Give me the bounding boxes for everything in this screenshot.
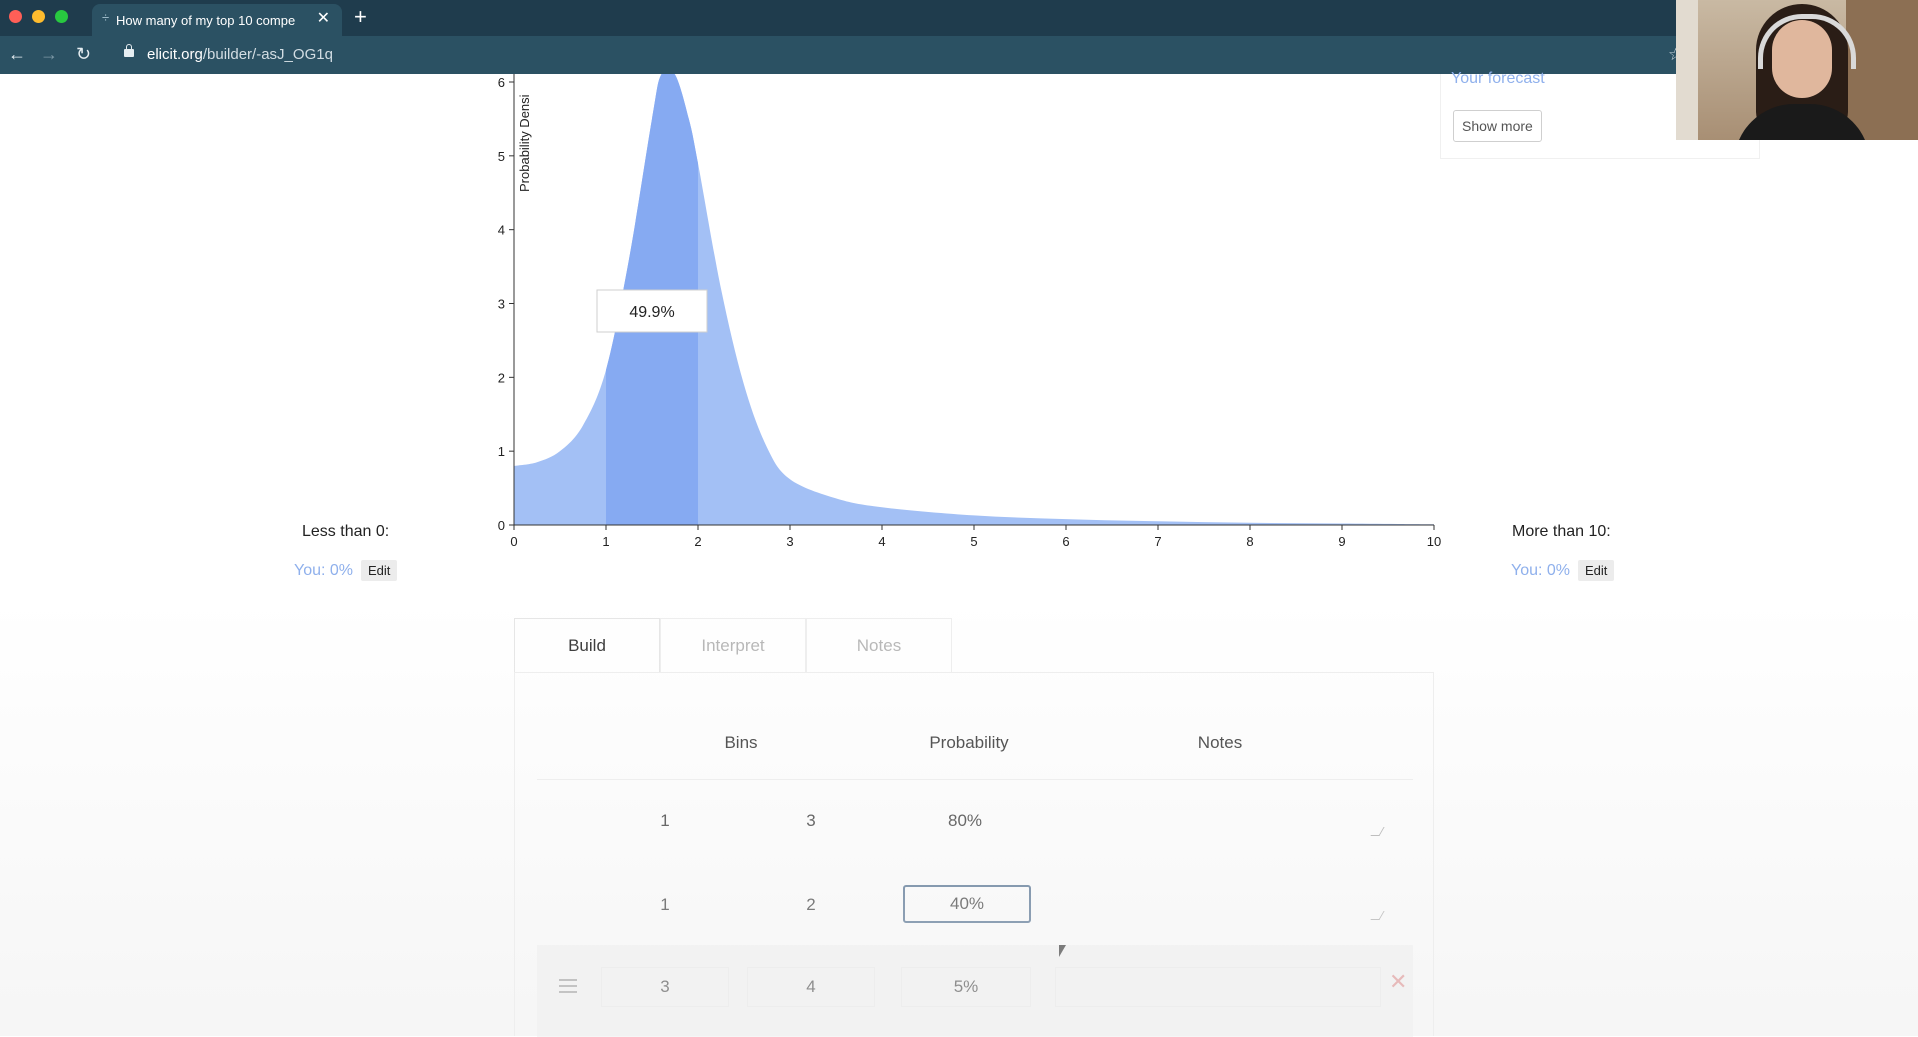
row3-probability[interactable]: 5%	[901, 967, 1031, 1007]
row1-bin-low[interactable]: 1	[660, 811, 669, 831]
builder-tabs: Build Interpret Notes	[514, 618, 952, 672]
tab-build[interactable]: Build	[514, 618, 660, 672]
less-than-you-value: You: 0%	[294, 561, 354, 579]
drag-handle-icon[interactable]	[559, 975, 577, 997]
y-tick-label: 1	[498, 444, 505, 459]
delete-row-icon[interactable]: ✕	[1389, 969, 1407, 995]
more-than-you-value: You: 0%	[1511, 561, 1571, 579]
x-tick-label: 0	[510, 534, 517, 549]
x-tick-label: 6	[1062, 534, 1069, 549]
y-tick-label: 3	[498, 297, 505, 312]
y-tick-label: 4	[498, 223, 505, 238]
x-tick-label: 3	[786, 534, 793, 549]
mouse-cursor-icon	[1059, 945, 1066, 957]
header-divider	[537, 779, 1413, 780]
x-tick-label: 1	[602, 534, 609, 549]
header-bins: Bins	[724, 733, 758, 752]
row1-bin-high[interactable]: 3	[806, 811, 815, 831]
more-than-edit-button[interactable]: Edit	[1578, 560, 1615, 581]
row2-bin-low[interactable]: 1	[660, 895, 669, 915]
row1-notes-resize-handle[interactable]	[1370, 827, 1385, 836]
x-tick-label: 4	[878, 534, 885, 549]
highlight-label: 49.9%	[629, 304, 674, 321]
y-tick-label: 2	[498, 370, 505, 385]
row2-bin-high[interactable]: 2	[806, 895, 815, 915]
distribution-chart[interactable]: 0 1 2 3 4 5 6 7 8 9 10 0 1 2 3 4 5 6 Probability Densi 49.9…	[0, 0, 1918, 560]
header-notes: Notes	[1197, 733, 1243, 752]
row3-bin-high[interactable]: 4	[747, 967, 875, 1007]
x-tick-label: 2	[694, 534, 701, 549]
x-tick-label: 9	[1338, 534, 1345, 549]
x-tick-label: 7	[1154, 534, 1161, 549]
row3-notes-field[interactable]	[1055, 967, 1381, 1007]
row1-probability[interactable]: 80%	[948, 811, 982, 831]
header-probability: Probability	[929, 733, 1009, 752]
more-than-you-row: You: 0% Edit	[1511, 560, 1615, 581]
less-than-you-row: You: 0% Edit	[294, 560, 398, 581]
less-than-label: Less than 0:	[302, 523, 390, 540]
bins-panel: Bins Probability Notes 1 3 80% 1 2 40% 3…	[514, 672, 1434, 1037]
table-row-hovered[interactable]: 3 4 5% ✕	[537, 945, 1413, 1037]
row2-notes-resize-handle[interactable]	[1370, 911, 1385, 920]
y-tick-label: 5	[498, 149, 505, 164]
y-axis-label: Probability Densi	[517, 94, 532, 192]
row2-probability-input[interactable]: 40%	[903, 885, 1031, 923]
tab-interpret[interactable]: Interpret	[660, 618, 806, 672]
webcam-overlay	[1676, 0, 1918, 140]
y-tick-label: 0	[498, 518, 505, 533]
less-than-edit-button[interactable]: Edit	[361, 560, 398, 581]
x-tick-label: 5	[970, 534, 977, 549]
y-tick-label: 6	[498, 75, 505, 90]
tab-notes[interactable]: Notes	[806, 618, 952, 672]
x-tick-label: 10	[1427, 534, 1441, 549]
x-tick-label: 8	[1246, 534, 1253, 549]
row3-bin-low[interactable]: 3	[601, 967, 729, 1007]
more-than-label: More than 10:	[1512, 523, 1611, 540]
